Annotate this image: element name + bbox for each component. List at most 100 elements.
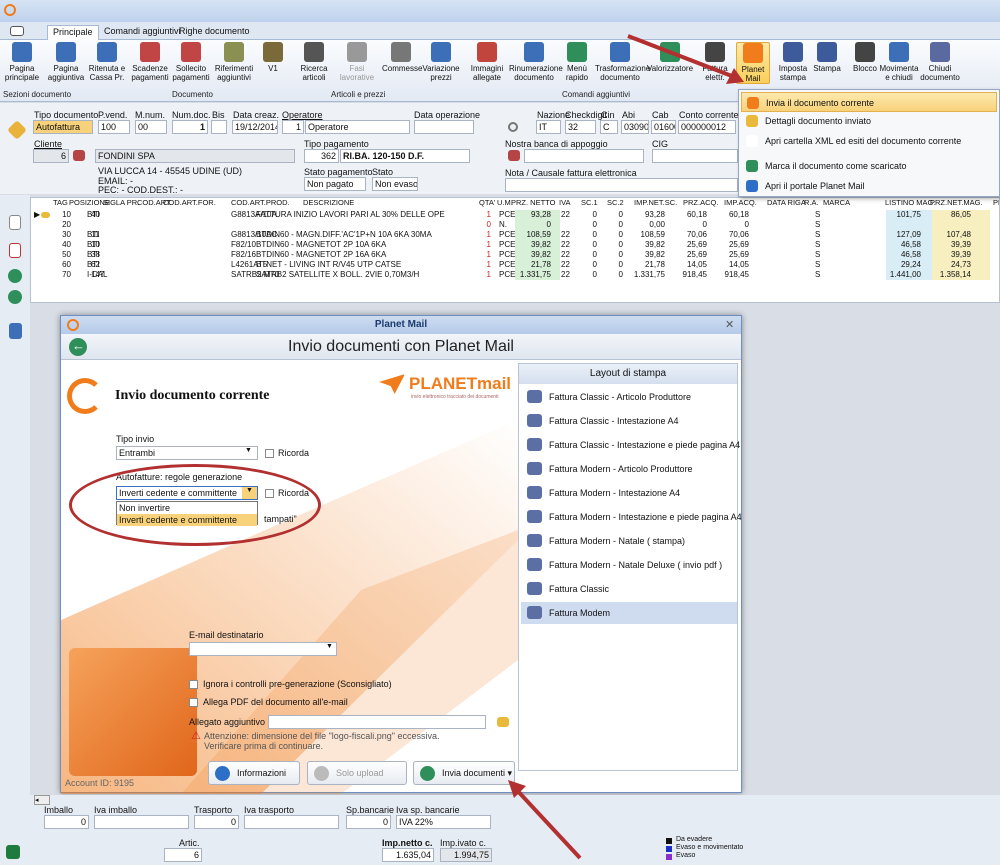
tipo-invio-chevron-icon[interactable]: ▼ <box>245 447 252 454</box>
variazione-prezzi-button[interactable]: Variazione prezzi <box>420 42 462 82</box>
m-num-field[interactable]: 00 <box>135 120 167 134</box>
table-row[interactable]: 60 BTI 62 L4261AT5 BTNET - LIVING INT R/V45 … <box>31 260 999 270</box>
document-rows-grid[interactable]: TAG POSIZIONE SIGLA PR. COD.ART. COD.ART.FOR… <box>30 197 1000 303</box>
layout-item[interactable]: Fattura Classic - Intestazione A4 <box>521 410 737 432</box>
movimenta-chiudi-button[interactable]: Movimenta e chiudi <box>879 42 919 82</box>
layout-item[interactable]: Fattura Modern - Intestazione A4 <box>521 482 737 504</box>
trasformazione-documento-button[interactable]: Trasformazione documento <box>595 42 650 82</box>
operatore-select[interactable]: Operatore <box>305 120 410 134</box>
grid-header[interactable]: DESCRIZIONE <box>303 198 354 208</box>
grid-header[interactable]: MARCA <box>823 198 850 208</box>
trasporto-field[interactable]: 0 <box>194 815 239 829</box>
layout-item[interactable]: Fattura Modern - Natale Deluxe ( invio p… <box>521 554 737 576</box>
scroll-left-icon[interactable]: ◂ <box>34 795 50 805</box>
table-row[interactable]: 50 BTI 38 F82/16 BTDIN60 - MAGNETOT 2P 16A 6… <box>31 250 999 260</box>
ricorda-tipo-checkbox[interactable] <box>265 449 274 458</box>
cab-field[interactable]: 01600 <box>651 120 676 134</box>
layout-item[interactable]: Fattura Modem <box>521 602 737 624</box>
menu-item[interactable]: Apri cartella XML ed esiti del documento… <box>741 131 997 151</box>
key-icon[interactable] <box>508 122 518 132</box>
grid-header[interactable]: SIGLA PR. <box>103 198 139 208</box>
delete-row-icon[interactable] <box>9 243 21 258</box>
menu-item[interactable]: Invia il documento corrente <box>741 92 997 112</box>
grid-header[interactable]: PRZ.ACQ. <box>683 198 718 208</box>
ricerca-articoli-button[interactable]: Ricerca articoli <box>295 42 333 82</box>
fattura-elettr-button[interactable]: Fattura elettr. <box>698 42 732 82</box>
iva-imballo-select[interactable] <box>94 815 189 829</box>
layout-item[interactable]: Fattura Classic <box>521 578 737 600</box>
immagini-allegate-button[interactable]: Immagini allegate <box>468 42 506 82</box>
allega-pdf-checkbox[interactable] <box>189 698 198 707</box>
menu-item[interactable]: Apri il portale Planet Mail <box>741 176 997 196</box>
move-down-icon[interactable] <box>8 290 22 304</box>
grid-header[interactable]: TAG <box>53 198 68 208</box>
invia-documenti-button[interactable]: Invia documenti ▾ <box>413 761 515 785</box>
menu-item[interactable]: Marca il documento come scaricato <box>741 156 997 176</box>
ignora-controlli-checkbox[interactable] <box>189 680 198 689</box>
dialog-close-icon[interactable]: ✕ <box>725 318 734 331</box>
bis-field[interactable] <box>211 120 227 134</box>
grid-header[interactable]: QTA' <box>479 198 495 208</box>
abi-field[interactable]: 03090 <box>621 120 649 134</box>
nota-field[interactable] <box>505 178 738 192</box>
nazione-field[interactable]: IT <box>536 120 561 134</box>
layout-item[interactable]: Fattura Modern - Articolo Produttore <box>521 458 737 480</box>
v1-button[interactable]: V1 <box>258 42 288 73</box>
layout-item[interactable]: Fattura Modern - Natale ( stampa) <box>521 530 737 552</box>
grid-header[interactable]: COD.ART.PROD. <box>231 198 290 208</box>
tipo-invio-select[interactable]: Entrambi <box>116 446 258 460</box>
grid-header[interactable]: SC.2 <box>607 198 624 208</box>
iva-spbancarie-select[interactable]: IVA 22% <box>396 815 491 829</box>
menu-item[interactable]: Dettagli documento inviato <box>741 111 997 131</box>
pagina-aggiuntiva-button[interactable]: Pagina aggiuntiva <box>47 42 85 82</box>
operatore-num-field[interactable]: 1 <box>282 120 304 134</box>
tab-principale[interactable]: Principale <box>47 25 99 40</box>
valorizzatore-button[interactable]: Valorizzatore <box>646 42 694 73</box>
spbancarie-field[interactable]: 0 <box>346 815 391 829</box>
solo-upload-button[interactable]: Solo upload <box>307 761 407 785</box>
grid-header[interactable]: IVA <box>559 198 571 208</box>
p-vend-field[interactable]: 100 <box>98 120 130 134</box>
riferimenti-aggiuntivi-button[interactable]: Riferimenti aggiuntivi <box>213 42 255 82</box>
tab-comandi-aggiuntivi[interactable]: Comandi aggiuntivi <box>99 25 186 40</box>
folder-icon[interactable] <box>497 717 509 727</box>
banca-field[interactable] <box>524 149 644 163</box>
excel-icon[interactable] <box>6 845 20 859</box>
grid-header[interactable]: LISTINO MAG. <box>885 198 935 208</box>
table-row[interactable]: 20 0 N. 0 0 0 0,00 0 0 S <box>31 220 999 230</box>
grid-header[interactable]: SC.1 <box>581 198 598 208</box>
table-row[interactable]: ▶ 10 BTI 40 G8813A/10A FATTURA INIZIO LAVORI … <box>31 210 999 220</box>
grid-header[interactable]: DATA RIGA <box>767 198 806 208</box>
people-icon[interactable] <box>73 150 85 161</box>
layout-item[interactable]: Fattura Classic - Intestazione e piede p… <box>521 434 740 456</box>
rinumerazione-documento-button[interactable]: Rinumerazione documento <box>509 42 563 82</box>
menu-rapido-button[interactable]: Menù rapido <box>561 42 593 82</box>
grid-header[interactable]: IMP.ACQ. <box>724 198 757 208</box>
data-creaz-field[interactable]: 19/12/2014 <box>232 120 278 134</box>
tab-righe-documento[interactable]: Righe documento <box>174 25 255 40</box>
layout-item[interactable]: Fattura Modern - Intestazione e piede pa… <box>521 506 742 528</box>
allegato-field[interactable] <box>268 715 486 729</box>
email-chevron-icon[interactable]: ▼ <box>326 643 333 650</box>
sollecito-pagamenti-button[interactable]: Sollecito pagamenti <box>172 42 210 82</box>
cliente-label[interactable]: Cliente <box>34 139 62 149</box>
num-doc-field[interactable]: 1 <box>172 120 208 134</box>
ritenuta-cassa-button[interactable]: Ritenuta e Cassa Pr. <box>86 42 128 82</box>
checkdigit-field[interactable]: 32 <box>565 120 596 134</box>
tipo-documento-field[interactable]: Autofattura <box>33 120 93 134</box>
quick-menu-icon[interactable] <box>10 26 24 36</box>
email-destinatario-field[interactable] <box>189 642 337 656</box>
grid-header[interactable]: PRZ.NET.MAG. <box>930 198 983 208</box>
commesse-button[interactable]: Commesse <box>382 42 422 73</box>
layout-icon[interactable] <box>9 323 22 339</box>
table-row[interactable]: 30 BTI 11 G8813/10AC BTDIN60 - MAGN.DIFF.'AC… <box>31 230 999 240</box>
chiudi-documento-button[interactable]: Chiudi documento <box>920 42 960 82</box>
imballo-field[interactable]: 0 <box>44 815 89 829</box>
iva-trasporto-select[interactable] <box>244 815 339 829</box>
grid-header[interactable]: R.A. <box>804 198 819 208</box>
move-up-icon[interactable] <box>8 269 22 283</box>
imposta-stampa-button[interactable]: Imposta stampa <box>776 42 810 82</box>
pagina-principale-button[interactable]: Pagina principale <box>0 42 44 82</box>
cliente-field[interactable]: FONDINI SPA <box>95 149 295 163</box>
cliente-num-field[interactable]: 6 <box>33 149 69 163</box>
